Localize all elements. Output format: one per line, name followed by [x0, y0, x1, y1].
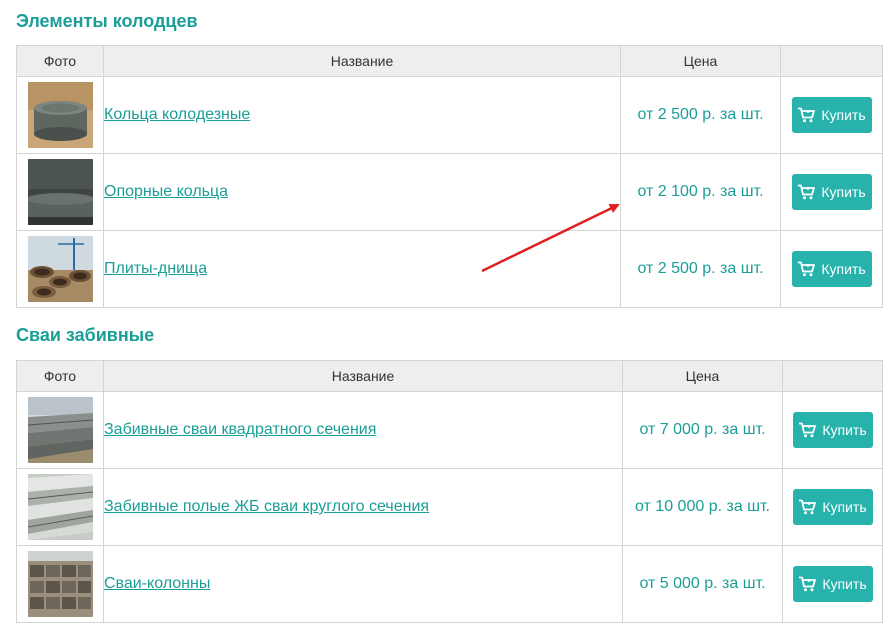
- product-photo-hollow-piles[interactable]: [27, 474, 93, 540]
- shopping-cart-icon: [797, 261, 816, 277]
- name-cell: Опорные кольца: [103, 153, 621, 231]
- name-cell: Забивные полые ЖБ сваи круглого сечения: [103, 468, 623, 546]
- column-header-name: Название: [103, 45, 621, 77]
- price-cell: от 5 000 р. за шт.: [622, 545, 783, 623]
- column-header-name: Название: [103, 360, 623, 392]
- shopping-cart-icon: [797, 184, 816, 200]
- price-cell: от 2 500 р. за шт.: [620, 230, 781, 308]
- price-cell: от 2 500 р. за шт.: [620, 76, 781, 154]
- section-title-driven-piles: Сваи забивные: [16, 325, 155, 345]
- table-row: Забивные полые ЖБ сваи круглого сечения …: [16, 468, 883, 546]
- table-header-row: Фото Название Цена: [16, 360, 883, 392]
- product-link-base-slabs[interactable]: Плиты-днища: [104, 260, 207, 277]
- buy-button-label: Купить: [821, 107, 866, 123]
- buy-button[interactable]: Купить: [792, 489, 873, 525]
- buy-button[interactable]: Купить: [792, 566, 873, 602]
- photo-cell: [16, 230, 104, 308]
- buy-cell: Купить: [782, 391, 883, 469]
- buy-cell: Купить: [782, 468, 883, 546]
- photo-cell: [16, 391, 104, 469]
- buy-cell: Купить: [780, 76, 883, 154]
- price-cell: от 7 000 р. за шт.: [622, 391, 783, 469]
- shopping-cart-icon: [798, 422, 817, 438]
- product-photo-ring[interactable]: [27, 82, 93, 148]
- buy-button[interactable]: Купить: [791, 97, 872, 133]
- column-header-photo: Фото: [16, 45, 104, 77]
- name-cell: Забивные сваи квадратного сечения: [103, 391, 623, 469]
- products-table-well-elements: Фото Название Цена Кольца колодезные от …: [16, 45, 883, 308]
- shopping-cart-icon: [798, 499, 817, 515]
- product-photo-pile-columns[interactable]: [27, 551, 93, 617]
- product-link-hollow-piles[interactable]: Забивные полые ЖБ сваи круглого сечения: [104, 498, 429, 515]
- table-row: Забивные сваи квадратного сечения от 7 0…: [16, 391, 883, 469]
- shopping-cart-icon: [798, 576, 817, 592]
- photo-cell: [16, 153, 104, 231]
- products-table-driven-piles: Фото Название Цена Забивные сваи квадрат…: [16, 360, 883, 623]
- photo-cell: [16, 468, 104, 546]
- column-header-action: [780, 45, 883, 77]
- price-cell: от 2 100 р. за шт.: [620, 153, 781, 231]
- product-link-pile-columns[interactable]: Сваи-колонны: [104, 575, 210, 592]
- product-link-rings[interactable]: Кольца колодезные: [104, 106, 250, 123]
- column-header-price: Цена: [620, 45, 781, 77]
- table-row: Кольца колодезные от 2 500 р. за шт. Куп…: [16, 76, 883, 154]
- column-header-action: [782, 360, 883, 392]
- buy-cell: Купить: [782, 545, 883, 623]
- table-row: Опорные кольца от 2 100 р. за шт. Купить: [16, 153, 883, 231]
- table-header-row: Фото Название Цена: [16, 45, 883, 77]
- buy-button-label: Купить: [821, 184, 866, 200]
- buy-button[interactable]: Купить: [791, 174, 872, 210]
- name-cell: Плиты-днища: [103, 230, 621, 308]
- buy-cell: Купить: [780, 153, 883, 231]
- product-photo-support-ring[interactable]: [27, 159, 93, 225]
- table-row: Плиты-днища от 2 500 р. за шт. Купить: [16, 230, 883, 308]
- name-cell: Кольца колодезные: [103, 76, 621, 154]
- buy-cell: Купить: [780, 230, 883, 308]
- table-row: Сваи-колонны от 5 000 р. за шт. Купить: [16, 545, 883, 623]
- product-link-support-rings[interactable]: Опорные кольца: [104, 183, 228, 200]
- product-photo-slabs[interactable]: [27, 236, 93, 302]
- price-cell: от 10 000 р. за шт.: [622, 468, 783, 546]
- column-header-price: Цена: [622, 360, 783, 392]
- buy-button-label: Купить: [822, 499, 867, 515]
- buy-button[interactable]: Купить: [792, 412, 873, 448]
- shopping-cart-icon: [797, 107, 816, 123]
- section-title-well-elements: Элементы колодцев: [16, 11, 198, 31]
- product-link-square-piles[interactable]: Забивные сваи квадратного сечения: [104, 421, 376, 438]
- buy-button[interactable]: Купить: [791, 251, 872, 287]
- buy-button-label: Купить: [821, 261, 866, 277]
- photo-cell: [16, 545, 104, 623]
- name-cell: Сваи-колонны: [103, 545, 623, 623]
- photo-cell: [16, 76, 104, 154]
- buy-button-label: Купить: [822, 576, 867, 592]
- product-photo-square-piles[interactable]: [27, 397, 93, 463]
- column-header-photo: Фото: [16, 360, 104, 392]
- buy-button-label: Купить: [822, 422, 867, 438]
